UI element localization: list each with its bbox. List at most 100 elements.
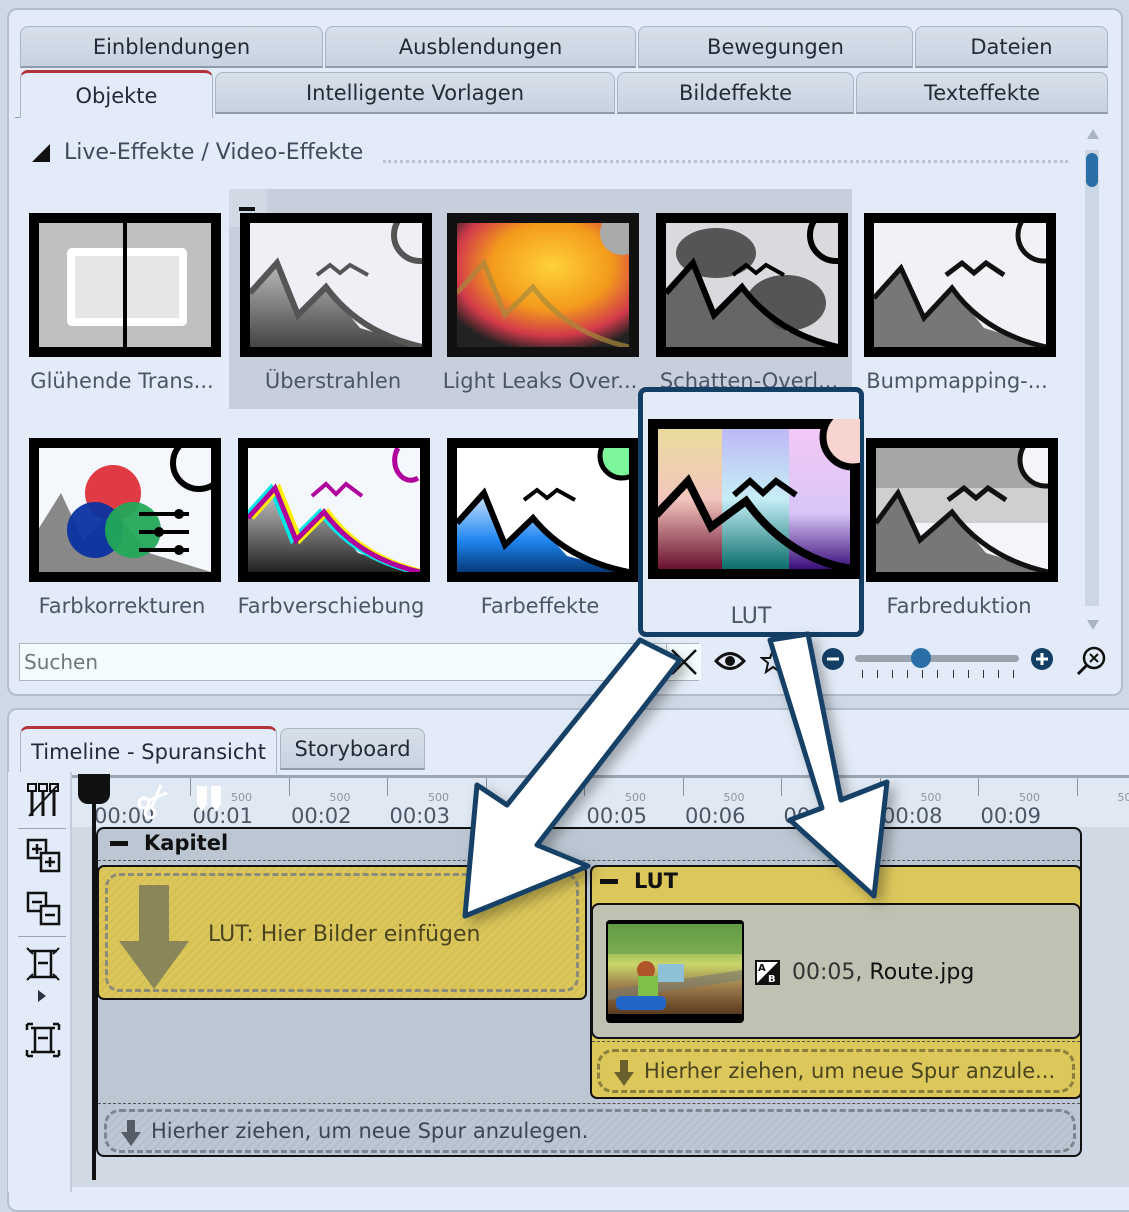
color-reduction-icon bbox=[866, 438, 1058, 582]
scroll-down-icon[interactable] bbox=[1087, 620, 1099, 630]
collapse-icon[interactable] bbox=[600, 879, 618, 884]
section-title: Live-Effekte / Video-Effekte bbox=[64, 140, 363, 165]
marker-icon[interactable] bbox=[195, 786, 225, 814]
chapter-header[interactable]: Kapitel bbox=[110, 831, 228, 855]
clip-duration: 00:05, bbox=[792, 960, 862, 985]
tab-ausblendungen[interactable]: Ausblendungen bbox=[325, 26, 636, 68]
effect-item[interactable]: Farbreduktion bbox=[855, 414, 1063, 634]
tab-bildeffekte[interactable]: Bildeffekte bbox=[617, 72, 854, 114]
expand-arrow-icon[interactable] bbox=[38, 990, 46, 1002]
star-icon bbox=[760, 648, 786, 674]
ruler-minor-label: 500 bbox=[1118, 791, 1129, 804]
ruler-tick bbox=[486, 778, 487, 796]
scrollbar-track[interactable] bbox=[1085, 150, 1099, 606]
drag-preview-popup: LUT bbox=[638, 387, 864, 637]
lut-group-header[interactable]: LUT bbox=[600, 869, 678, 893]
effect-label: Glühende Trans... bbox=[18, 369, 226, 393]
slider-handle[interactable] bbox=[911, 648, 931, 668]
tab-texteffekte[interactable]: Texteffekte bbox=[856, 72, 1108, 114]
effect-item[interactable]: Schatten-Overl... bbox=[645, 189, 853, 409]
popup-label: LUT bbox=[643, 604, 859, 629]
color-effects-icon bbox=[447, 438, 639, 582]
ruler-minor-label: 500 bbox=[625, 791, 646, 804]
expand-icon bbox=[25, 1022, 61, 1058]
scrollbar-thumb[interactable] bbox=[1086, 153, 1098, 187]
expand-tracks-button[interactable] bbox=[25, 1022, 61, 1058]
ruler-time-label: 00:03 bbox=[390, 804, 451, 828]
thumbnail-size-slider[interactable] bbox=[855, 655, 1019, 662]
effect-item[interactable]: Farbkorrekturen bbox=[18, 414, 226, 634]
tab-bewegungen[interactable]: Bewegungen bbox=[638, 26, 913, 68]
split-tracks-button[interactable] bbox=[26, 782, 60, 818]
svg-text:B: B bbox=[768, 974, 776, 985]
arrow-down-icon bbox=[121, 1120, 141, 1146]
playhead-line[interactable] bbox=[92, 776, 96, 1180]
ruler-tick bbox=[683, 778, 684, 796]
glowing-transition-icon bbox=[29, 213, 221, 357]
favorite-button[interactable] bbox=[760, 648, 786, 674]
expand-all-icon bbox=[26, 838, 62, 874]
clip-thumbnail bbox=[606, 920, 744, 1023]
search-input[interactable] bbox=[19, 643, 699, 681]
ruler-time-label: 00:08 bbox=[882, 804, 943, 828]
effect-item[interactable]: Light Leaks Over... bbox=[436, 189, 644, 409]
collapse-all-icon bbox=[26, 891, 62, 927]
ruler-time-label: 00:04 bbox=[488, 804, 549, 828]
ruler-tick bbox=[190, 778, 191, 796]
timeline-toolbar bbox=[8, 772, 72, 1192]
collapse-all-button[interactable] bbox=[26, 891, 62, 927]
effect-label: Farbreduktion bbox=[855, 594, 1063, 618]
new-track-text: Hierher ziehen, um neue Spur anzule... bbox=[644, 1059, 1055, 1083]
effect-label: Bumpmapping-... bbox=[853, 369, 1061, 393]
bumpmapping-icon bbox=[864, 213, 1056, 357]
collapse-triangle-icon[interactable] bbox=[32, 144, 50, 162]
zoom-fit-button[interactable] bbox=[1075, 645, 1107, 677]
new-track-drop-zone[interactable]: Hierher ziehen, um neue Spur anzulegen. bbox=[104, 1109, 1076, 1153]
zoom-in-button[interactable] bbox=[1030, 647, 1054, 671]
ruler-minor-label: 500 bbox=[428, 791, 449, 804]
collapse-icon[interactable] bbox=[110, 841, 128, 846]
expand-all-button[interactable] bbox=[26, 838, 62, 874]
lut-icon bbox=[648, 419, 860, 579]
tab-timeline[interactable]: Timeline - Spuransicht bbox=[20, 726, 277, 774]
zoom-out-button[interactable] bbox=[821, 647, 845, 671]
svg-text:A: A bbox=[758, 963, 766, 974]
tab-einblendungen[interactable]: Einblendungen bbox=[20, 26, 323, 68]
section-header[interactable]: Live-Effekte / Video-Effekte bbox=[32, 140, 363, 165]
clear-search-button[interactable] bbox=[666, 644, 701, 680]
section-divider bbox=[383, 160, 1068, 163]
effect-item-selected[interactable]: Überstrahlen bbox=[229, 189, 437, 409]
tab-dateien[interactable]: Dateien bbox=[915, 26, 1108, 68]
shadow-overlay-icon bbox=[656, 213, 848, 357]
ruler-minor-label: 500 bbox=[921, 791, 942, 804]
effect-item[interactable]: Farbverschiebung bbox=[227, 414, 435, 634]
ruler-minor-label: 500 bbox=[1019, 791, 1040, 804]
ruler-time-label: 00:06 bbox=[685, 804, 746, 828]
clip-filename: Route.jpg bbox=[869, 960, 974, 985]
compress-tracks-button[interactable] bbox=[25, 946, 61, 982]
transition-ab-icon[interactable]: AB bbox=[755, 960, 780, 985]
ruler-time-label: 00:02 bbox=[291, 804, 352, 828]
effect-label: Überstrahlen bbox=[229, 369, 437, 393]
effect-item[interactable]: Farbeffekte bbox=[436, 414, 644, 634]
scroll-up-icon[interactable] bbox=[1087, 129, 1099, 139]
tab-objekte[interactable]: Objekte bbox=[20, 70, 213, 118]
effect-item[interactable]: Glühende Trans... bbox=[18, 189, 226, 409]
lut-group-label: LUT bbox=[634, 869, 678, 893]
ruler-minor-label: 500 bbox=[231, 791, 252, 804]
ruler-tick bbox=[880, 778, 881, 796]
tab-intelligente-vorlagen[interactable]: Intelligente Vorlagen bbox=[215, 72, 615, 114]
tab-storyboard[interactable]: Storyboard bbox=[280, 728, 425, 770]
new-track-text: Hierher ziehen, um neue Spur anzulegen. bbox=[151, 1119, 588, 1143]
scissors-icon[interactable] bbox=[135, 783, 171, 819]
ruler-tick bbox=[1077, 778, 1078, 796]
eye-icon bbox=[714, 650, 746, 672]
light-leaks-icon bbox=[447, 213, 639, 357]
effect-item[interactable]: Bumpmapping-... bbox=[853, 189, 1061, 409]
preview-button[interactable] bbox=[714, 650, 746, 672]
new-track-drop-zone-lut[interactable]: Hierher ziehen, um neue Spur anzule... bbox=[597, 1049, 1075, 1093]
ruler-tick bbox=[781, 778, 782, 796]
playhead-handle[interactable] bbox=[78, 774, 110, 804]
close-icon bbox=[669, 647, 699, 677]
slider-ticks bbox=[862, 670, 1014, 680]
